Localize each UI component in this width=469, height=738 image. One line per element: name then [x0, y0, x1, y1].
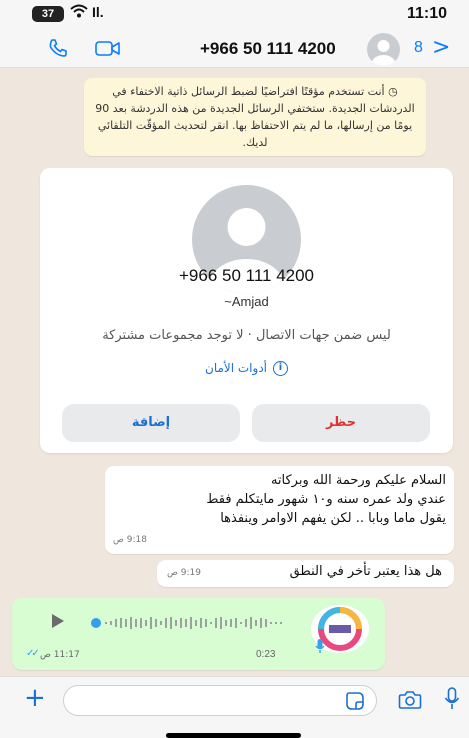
battery-indicator: 37 [32, 6, 64, 22]
mic-icon[interactable] [444, 687, 460, 715]
wifi-icon [70, 4, 88, 22]
contact-number: +966 50 111 4200 [178, 266, 315, 285]
disappearing-messages-notice[interactable]: ◷ أنت تستخدم مؤقتًا افتراضيًا لضبط الرسا… [84, 78, 426, 156]
camera-icon[interactable] [398, 690, 422, 714]
phone-icon[interactable] [48, 38, 68, 62]
message-bubble[interactable]: هل هذا يعتبر تأخر في النطق 9:19 ص [157, 560, 454, 587]
avatar[interactable] [367, 33, 400, 66]
block-button[interactable]: حظر [252, 404, 430, 442]
chevron-right-icon[interactable]: > [432, 35, 450, 60]
signal-indicator: Il. [92, 4, 104, 20]
info-icon: i [273, 361, 288, 376]
chat-header: +966 50 111 4200 8 > [0, 30, 469, 68]
voice-time: 11:17 ص [40, 650, 80, 660]
status-time: 11:10 [406, 5, 447, 22]
timer-icon: ◷ [384, 85, 398, 98]
contact-card: +966 50 111 4200 ~Amjad ليس ضمن جهات الا… [40, 168, 453, 453]
home-indicator [166, 733, 301, 738]
unread-count[interactable]: 8 [414, 39, 423, 57]
message-text: السلام عليكم ورحمة الله وبركاته عندي ولد… [206, 473, 446, 526]
play-icon[interactable] [50, 612, 66, 634]
status-bar: 37 Il. 11:10 [0, 0, 469, 30]
message-composer: + [0, 676, 469, 738]
chat-title[interactable]: +966 50 111 4200 [200, 39, 336, 59]
voice-note[interactable]: ✓✓ 11:17 ص 0:23 [12, 598, 385, 670]
message-text: هل هذا يعتبر تأخر في النطق [289, 564, 442, 579]
sticker-icon[interactable] [345, 691, 365, 715]
voice-duration: 0:23 [256, 649, 276, 660]
waveform[interactable] [90, 615, 300, 634]
notice-text: أنت تستخدم مؤقتًا افتراضيًا لضبط الرسائل… [95, 85, 415, 149]
safety-tools-label: أدوات الأمان [205, 361, 267, 375]
plus-icon[interactable]: + [24, 683, 46, 713]
add-contact-button[interactable]: إضافة [62, 404, 240, 442]
message-bubble[interactable]: السلام عليكم ورحمة الله وبركاته عندي ولد… [105, 466, 454, 554]
contact-info: ليس ضمن جهات الاتصال · لا توجد مجموعات م… [102, 328, 391, 343]
message-time: 9:19 ص [167, 568, 201, 578]
message-time: 9:18 ص [113, 535, 147, 545]
message-input[interactable] [63, 685, 377, 716]
contact-name: ~Amjad [224, 294, 269, 309]
read-receipt-icon: ✓✓ [26, 648, 40, 659]
mic-icon [315, 638, 325, 658]
safety-tools-link[interactable]: i أدوات الأمان [40, 361, 453, 376]
video-icon[interactable] [95, 40, 121, 61]
